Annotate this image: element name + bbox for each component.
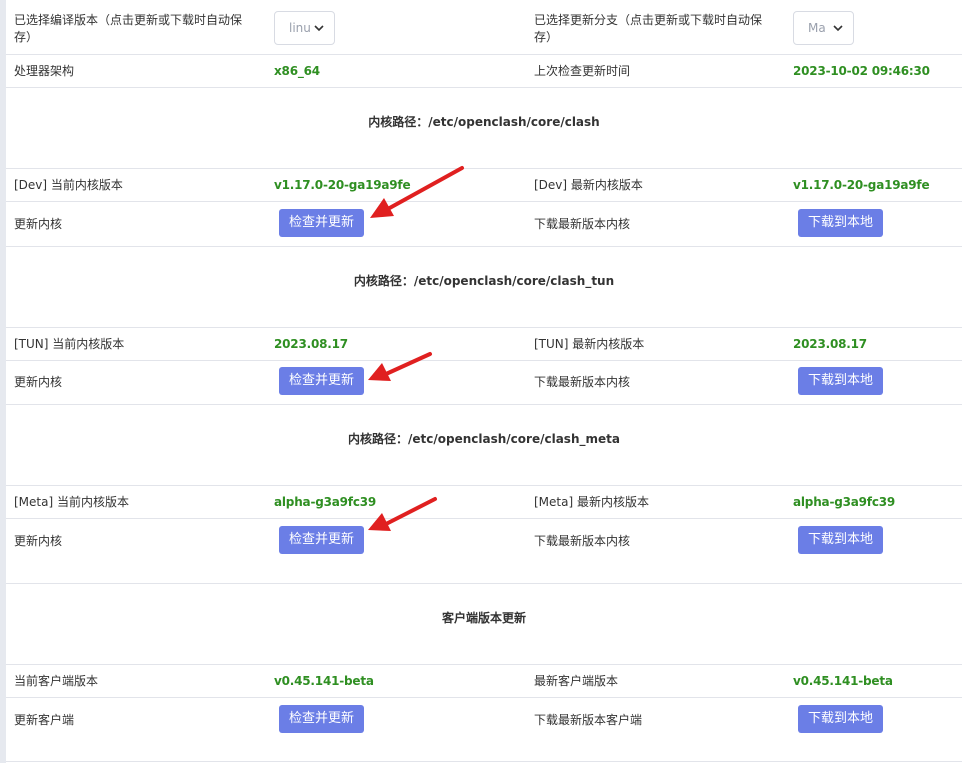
meta-update-label: 更新内核 bbox=[14, 534, 63, 548]
tun-latest-value: 2023.08.17 bbox=[793, 337, 867, 351]
dev-latest-label: [Dev] 最新内核版本 bbox=[534, 178, 643, 192]
update-branch-value: Ma bbox=[808, 21, 826, 35]
dev-download-label: 下载最新版本内核 bbox=[534, 217, 631, 231]
dev-update-label: 更新内核 bbox=[14, 217, 63, 231]
client-latest-value: v0.45.141-beta bbox=[793, 674, 893, 688]
divider bbox=[6, 201, 962, 202]
red-arrow-annotation bbox=[370, 166, 464, 218]
client-download-button[interactable]: 下载到本地 bbox=[798, 705, 883, 733]
meta-latest-value: alpha-g3a9fc39 bbox=[793, 495, 896, 509]
tun-download-label: 下载最新版本内核 bbox=[534, 375, 631, 389]
meta-download-label: 下载最新版本内核 bbox=[534, 534, 631, 548]
divider bbox=[6, 518, 962, 519]
client-current-label: 当前客户端版本 bbox=[14, 674, 99, 688]
tun-latest-label: [TUN] 最新内核版本 bbox=[534, 337, 645, 351]
update-branch-label: 已选择更新分支（点击更新或下载时自动保存） bbox=[534, 13, 763, 44]
client-update-label: 更新客户端 bbox=[14, 713, 75, 727]
divider bbox=[6, 404, 962, 405]
last-check-label: 上次检查更新时间 bbox=[534, 64, 631, 78]
client-current-value: v0.45.141-beta bbox=[274, 674, 374, 688]
tun-current-label: [TUN] 当前内核版本 bbox=[14, 337, 125, 351]
dev-download-button[interactable]: 下载到本地 bbox=[798, 209, 883, 237]
client-update-header: 客户端版本更新 bbox=[441, 611, 526, 625]
divider bbox=[6, 327, 962, 328]
divider bbox=[6, 87, 962, 88]
red-arrow-annotation bbox=[368, 352, 432, 381]
meta-current-label: [Meta] 当前内核版本 bbox=[14, 495, 129, 509]
divider bbox=[6, 664, 962, 665]
tun-download-button[interactable]: 下载到本地 bbox=[798, 367, 883, 395]
divider bbox=[6, 360, 962, 361]
divider bbox=[6, 761, 962, 762]
chevron-down-icon bbox=[833, 25, 843, 32]
divider bbox=[6, 485, 962, 486]
compile-version-label: 已选择编译版本（点击更新或下载时自动保存） bbox=[14, 13, 243, 44]
client-check-update-button[interactable]: 检查并更新 bbox=[279, 705, 364, 733]
meta-core-path-header: 内核路径：/etc/openclash/core/clash_meta bbox=[348, 432, 620, 446]
arch-label: 处理器架构 bbox=[14, 64, 75, 78]
tun-core-path-header: 内核路径：/etc/openclash/core/clash_tun bbox=[353, 274, 615, 288]
meta-download-button[interactable]: 下载到本地 bbox=[798, 526, 883, 554]
update-branch-select[interactable]: Ma bbox=[793, 11, 854, 45]
dev-latest-value: v1.17.0-20-ga19a9fe bbox=[793, 178, 930, 192]
meta-check-update-button[interactable]: 检查并更新 bbox=[279, 526, 364, 554]
tun-check-update-button[interactable]: 检查并更新 bbox=[279, 367, 364, 395]
dev-current-label: [Dev] 当前内核版本 bbox=[14, 178, 123, 192]
arch-value: x86_64 bbox=[274, 64, 320, 78]
compile-version-value: linu bbox=[289, 21, 311, 35]
client-latest-label: 最新客户端版本 bbox=[534, 674, 619, 688]
tun-update-label: 更新内核 bbox=[14, 375, 63, 389]
red-arrow-annotation bbox=[368, 497, 437, 531]
meta-latest-label: [Meta] 最新内核版本 bbox=[534, 495, 649, 509]
last-check-value: 2023-10-02 09:46:30 bbox=[793, 64, 930, 78]
divider bbox=[6, 583, 962, 584]
dev-core-path-header: 内核路径：/etc/openclash/core/clash bbox=[368, 115, 600, 129]
compile-version-select[interactable]: linu bbox=[274, 11, 335, 45]
divider bbox=[6, 168, 962, 169]
client-download-label: 下载最新版本客户端 bbox=[534, 713, 643, 727]
divider bbox=[6, 54, 962, 55]
chevron-down-icon bbox=[314, 25, 324, 32]
divider bbox=[6, 697, 962, 698]
divider bbox=[6, 246, 962, 247]
tun-current-value: 2023.08.17 bbox=[274, 337, 348, 351]
dev-check-update-button[interactable]: 检查并更新 bbox=[279, 209, 364, 237]
